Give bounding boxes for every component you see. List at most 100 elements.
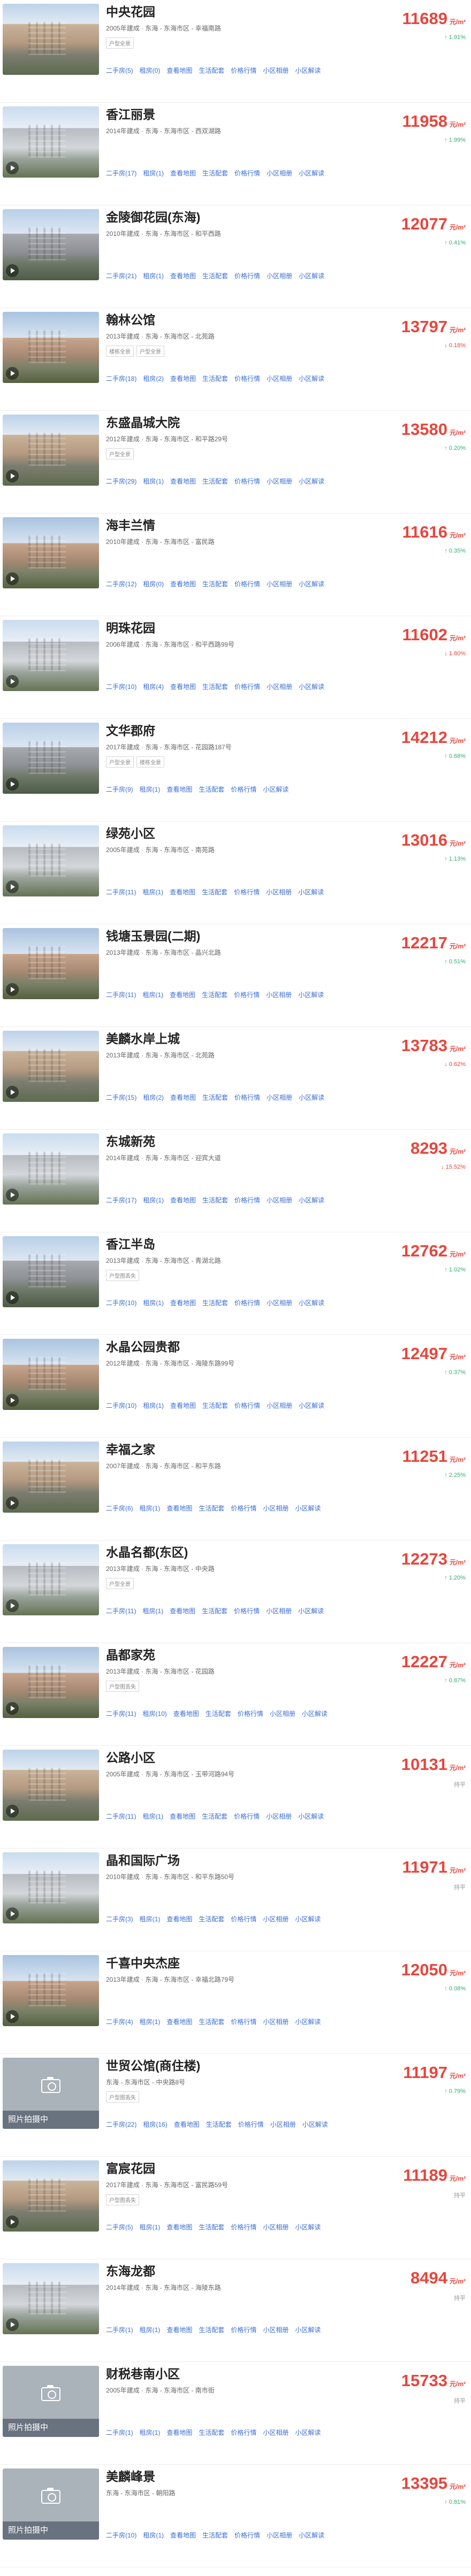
community-item[interactable]: 照片拍摄中 世贸公馆(商住楼) 东海 - 东海市区 - 中央路8号 户型图丢失 二手房(… (0, 2054, 471, 2157)
community-photo[interactable] (3, 825, 99, 896)
play-icon[interactable] (6, 675, 19, 688)
community-link[interactable]: 查看地图 (166, 2018, 192, 2026)
community-item[interactable]: 海丰兰情 2010年建成 · 东海 - 东海市区 - 富民路 二手房(12) 租房(0… (0, 513, 471, 616)
community-link[interactable]: 生活配套 (202, 888, 227, 896)
community-link[interactable]: 小区解读 (299, 580, 324, 588)
community-link[interactable]: 租房(4) (143, 683, 164, 691)
community-link[interactable]: 小区相册 (266, 888, 292, 896)
community-link[interactable]: 价格行情 (231, 2326, 256, 2334)
community-link[interactable]: 价格行情 (234, 1197, 260, 1204)
community-link[interactable]: 二手房(6) (106, 1505, 133, 1512)
community-link[interactable]: 小区解读 (295, 2326, 321, 2334)
play-icon[interactable] (6, 1497, 19, 1509)
community-link[interactable]: 二手房(17) (106, 170, 136, 177)
community-link[interactable]: 查看地图 (170, 170, 196, 177)
community-link[interactable]: 租房(16) (143, 2121, 167, 2128)
play-icon[interactable] (6, 2215, 19, 2228)
community-link[interactable]: 小区相册 (267, 1299, 292, 1307)
community-link[interactable]: 租房(1) (140, 2326, 161, 2334)
community-link[interactable]: 小区相册 (267, 1402, 292, 1409)
community-item[interactable]: 晶和国际广场 2010年建成 · 东海 - 东海市区 - 和平东路50号 二手房(3… (0, 1849, 471, 1951)
community-link[interactable]: 生活配套 (202, 272, 228, 280)
community-photo[interactable] (3, 312, 99, 383)
community-link[interactable]: 二手房(10) (106, 2532, 136, 2539)
community-link[interactable]: 二手房(15) (106, 1094, 136, 1101)
community-link[interactable]: 二手房(10) (106, 1299, 136, 1307)
community-item[interactable]: 香江半岛 2013年建成 · 东海 - 东海市区 - 青湖北路 户型图丢失 二手房(1… (0, 1232, 471, 1335)
community-link[interactable]: 租房(1) (142, 991, 163, 999)
community-link[interactable]: 租房(1) (140, 2429, 161, 2436)
play-icon[interactable] (6, 572, 19, 585)
community-link[interactable]: 生活配套 (202, 1607, 227, 1615)
community-link[interactable]: 小区相册 (266, 1607, 292, 1615)
community-link[interactable]: 查看地图 (166, 1915, 192, 1923)
community-link[interactable]: 小区相册 (267, 683, 292, 691)
community-photo[interactable] (3, 620, 99, 691)
community-item[interactable]: 水晶名都(东区) 2013年建成 · 东海 - 东海市区 - 中央路 户型全景 二手房… (0, 1540, 471, 1643)
community-item[interactable]: 中央花园 2005年建成 · 东海 - 东海市区 - 幸福南路 户型全景 二手房(5)… (0, 0, 471, 103)
community-link[interactable]: 二手房(3) (106, 1915, 133, 1923)
community-link[interactable]: 价格行情 (234, 1813, 260, 1820)
community-link[interactable]: 生活配套 (202, 375, 228, 382)
community-link[interactable]: 查看地图 (170, 272, 196, 280)
community-link[interactable]: 小区解读 (299, 272, 324, 280)
community-link[interactable]: 查看地图 (170, 1197, 196, 1204)
community-link[interactable]: 二手房(29) (106, 478, 136, 485)
community-link[interactable]: 查看地图 (170, 683, 196, 691)
community-link[interactable]: 租房(0) (140, 67, 161, 74)
community-link[interactable]: 小区解读 (298, 1813, 324, 1820)
community-link[interactable]: 生活配套 (199, 2224, 224, 2231)
community-photo[interactable] (3, 928, 99, 999)
community-link[interactable]: 价格行情 (231, 786, 256, 793)
community-link[interactable]: 价格行情 (238, 2121, 264, 2128)
community-link[interactable]: 生活配套 (202, 1813, 227, 1820)
community-link[interactable]: 租房(1) (140, 2224, 161, 2231)
community-link[interactable]: 小区相册 (267, 1094, 292, 1101)
community-link[interactable]: 小区相册 (270, 1710, 295, 1718)
community-link[interactable]: 生活配套 (199, 1505, 224, 1512)
community-link[interactable]: 小区相册 (266, 1813, 292, 1820)
community-link[interactable]: 租房(2) (143, 1094, 164, 1101)
community-link[interactable]: 查看地图 (173, 1710, 199, 1718)
play-icon[interactable] (6, 1702, 19, 1715)
community-photo[interactable] (3, 209, 99, 280)
community-link[interactable]: 租房(1) (140, 2018, 161, 2026)
community-link[interactable]: 生活配套 (202, 170, 228, 177)
community-link[interactable]: 生活配套 (202, 1299, 228, 1307)
community-link[interactable]: 价格行情 (234, 170, 260, 177)
community-link[interactable]: 小区解读 (302, 1710, 328, 1718)
community-item[interactable]: 钱塘玉景园(二期) 2013年建成 · 东海 - 东海市区 - 晶兴北路 二手房(1… (0, 924, 471, 1027)
community-photo[interactable] (3, 2160, 99, 2232)
community-link[interactable]: 查看地图 (166, 2429, 192, 2436)
community-photo[interactable] (3, 415, 99, 486)
play-icon[interactable] (6, 470, 19, 482)
community-link[interactable]: 小区相册 (267, 2532, 292, 2539)
play-icon[interactable] (6, 1907, 19, 1920)
community-link[interactable]: 租房(1) (143, 1402, 164, 1409)
community-link[interactable]: 价格行情 (234, 1299, 260, 1307)
community-link[interactable]: 生活配套 (202, 1197, 228, 1204)
community-link[interactable]: 小区解读 (298, 991, 324, 999)
community-link[interactable]: 生活配套 (199, 2018, 224, 2026)
community-link[interactable]: 小区解读 (295, 1915, 321, 1923)
community-link[interactable]: 查看地图 (170, 478, 196, 485)
community-link[interactable]: 查看地图 (174, 2121, 200, 2128)
community-link[interactable]: 小区解读 (263, 786, 288, 793)
community-link[interactable]: 二手房(11) (106, 1607, 136, 1615)
community-photo[interactable] (3, 1955, 99, 2026)
community-link[interactable]: 二手房(22) (106, 2121, 136, 2128)
community-photo[interactable]: 照片拍摄中 (3, 2058, 99, 2129)
community-link[interactable]: 租房(1) (143, 272, 164, 280)
community-link[interactable]: 生活配套 (199, 1915, 224, 1923)
community-link[interactable]: 查看地图 (170, 1094, 196, 1101)
community-link[interactable]: 查看地图 (166, 786, 192, 793)
community-item[interactable]: 照片拍摄中 美麟峰景 东海 - 东海市区 - 朝阳路 二手房(10) 租房(1) 查看地图… (0, 2465, 471, 2567)
community-photo[interactable] (3, 517, 99, 588)
community-photo[interactable] (3, 1339, 99, 1410)
community-link[interactable]: 租房(1) (143, 1299, 164, 1307)
community-link[interactable]: 小区解读 (299, 683, 324, 691)
community-link[interactable]: 价格行情 (234, 1607, 260, 1615)
community-photo[interactable] (3, 4, 99, 75)
community-link[interactable]: 租房(1) (143, 2532, 164, 2539)
community-link[interactable]: 价格行情 (231, 67, 256, 74)
